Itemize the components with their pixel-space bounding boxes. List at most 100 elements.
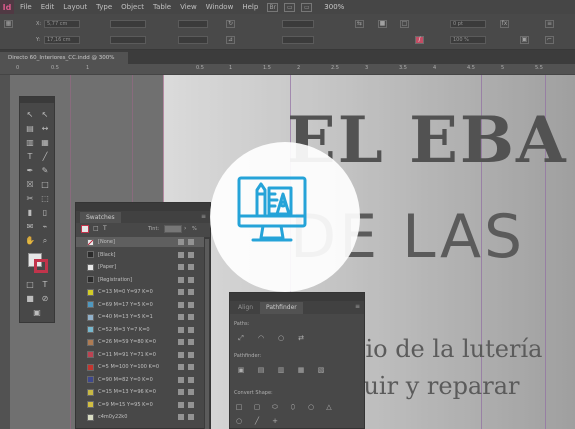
note-tool-icon[interactable]: ✉ (24, 221, 36, 233)
swatch-row[interactable]: C=13 M=0 Y=97 K=0 (76, 287, 204, 297)
tab-pathfinder[interactable]: Pathfinder (260, 302, 303, 314)
scale-x-field[interactable] (178, 20, 208, 28)
type-tool-icon[interactable]: T (24, 151, 36, 163)
swatch-row[interactable]: C=9 M=15 Y=95 K=0 (76, 400, 204, 410)
swatches-panel-header[interactable] (76, 203, 210, 211)
convert-polygon-icon[interactable]: △ (324, 403, 334, 412)
menu-table[interactable]: Table (153, 3, 171, 11)
reverse-path-icon[interactable]: ⇄ (296, 334, 306, 343)
text-frame-options-icon[interactable]: ≡ (545, 20, 554, 28)
line-tool-icon[interactable]: ╱ (39, 151, 51, 163)
tint-dropdown-icon[interactable]: › (184, 225, 186, 232)
swatches-tab[interactable]: Swatches (80, 212, 121, 223)
menu-help[interactable]: Help (242, 3, 258, 11)
convert-rounded-rectangle-icon[interactable]: ▢ (252, 403, 262, 412)
fill-swatch-icon[interactable]: ■ (378, 20, 387, 28)
panel-menu-icon[interactable]: ≡ (355, 303, 360, 310)
stroke-color-box[interactable] (34, 259, 48, 273)
eyedropper-tool-icon[interactable]: ⌁ (39, 221, 51, 233)
swatch-row[interactable]: [Registration] (76, 275, 204, 285)
hand-tool-icon[interactable]: ✋ (24, 235, 36, 247)
formatting-container-icon[interactable]: □ (24, 279, 36, 291)
direct-selection-tool-icon[interactable]: ↖ (39, 109, 51, 121)
add-shape-icon[interactable]: ▣ (236, 366, 246, 375)
corner-options-icon[interactable]: ⌐ (545, 36, 554, 44)
swatch-row[interactable]: [Paper] (76, 262, 204, 272)
swatches-scrollbar[interactable] (204, 237, 210, 429)
swatch-row[interactable]: C=5 M=100 Y=100 K=0 (76, 362, 204, 372)
body-text-line-1[interactable]: cio de la lutería (352, 335, 542, 363)
menu-window[interactable]: Window (206, 3, 234, 11)
convert-rectangle-icon[interactable]: □ (234, 403, 244, 412)
pen-tool-icon[interactable]: ✒ (24, 165, 36, 177)
pathfinder-panel-header[interactable] (230, 293, 364, 301)
swatch-row[interactable]: C=15 M=13 Y=96 K=0 (76, 387, 204, 397)
vertical-ruler[interactable] (0, 75, 10, 429)
swatch-row[interactable]: C=26 M=59 Y=80 K=0 (76, 337, 204, 347)
x-position-field[interactable]: 5,77 cm (44, 20, 80, 28)
fill-proxy-icon[interactable] (81, 225, 89, 233)
minus-back-icon[interactable]: ▧ (316, 366, 326, 375)
page-tool-icon[interactable]: ▤ (24, 123, 36, 135)
menu-object[interactable]: Object (121, 3, 144, 11)
zoom-tool-icon[interactable]: ⌕ (39, 235, 51, 247)
formatting-text-icon[interactable]: T (39, 279, 51, 291)
exclude-overlap-icon[interactable]: ▦ (296, 366, 306, 375)
width-field[interactable] (110, 20, 146, 28)
swatch-row[interactable]: C=69 M=17 Y=5 K=0 (76, 300, 204, 310)
apply-none-icon[interactable]: ⊘ (39, 293, 51, 305)
effects-icon[interactable]: fx (500, 20, 509, 28)
content-placer-icon[interactable]: ▦ (39, 137, 51, 149)
convert-ellipse-icon[interactable]: ○ (306, 403, 316, 412)
menu-layout[interactable]: Layout (63, 3, 87, 11)
close-path-icon[interactable]: ○ (276, 334, 286, 343)
swatch-row[interactable]: c4m0y22k0 (76, 412, 204, 422)
subtract-shape-icon[interactable]: ▤ (256, 366, 266, 375)
view-options-icon[interactable]: ▭ (284, 2, 296, 12)
convert-beveled-rectangle-icon[interactable]: ⬭ (270, 403, 280, 412)
join-path-icon[interactable]: ⤢ (236, 334, 246, 343)
zoom-level[interactable]: 300% (324, 3, 344, 11)
menu-view[interactable]: View (180, 3, 197, 11)
swatch-row[interactable]: [None] (76, 237, 204, 247)
opacity-field[interactable]: 100 % (450, 36, 486, 44)
wrap-icon[interactable]: ▣ (520, 36, 529, 44)
tint-field[interactable] (164, 225, 182, 233)
text-icon[interactable]: T (103, 225, 107, 232)
menu-edit[interactable]: Edit (41, 3, 55, 11)
flip-horizontal-icon[interactable]: ⇆ (355, 20, 364, 28)
intersect-shape-icon[interactable]: ▥ (276, 366, 286, 375)
body-text-line-2[interactable]: ruir y reparar (352, 372, 520, 400)
height-field[interactable] (110, 36, 146, 44)
swatch-row[interactable]: C=40 M=13 Y=5 K=1 (76, 312, 204, 322)
screen-mode-icon[interactable]: ▣ (31, 307, 43, 319)
stroke-swatch-icon[interactable]: □ (400, 20, 409, 28)
open-path-icon[interactable]: ◠ (256, 334, 266, 343)
scale-y-field[interactable] (178, 36, 208, 44)
document-tab[interactable]: Directo 60_Interiores_CC.indd @ 300% (0, 52, 128, 64)
swatch-row[interactable]: [Black] (76, 250, 204, 260)
content-collector-icon[interactable]: ▥ (24, 137, 36, 149)
menu-file[interactable]: File (20, 3, 32, 11)
container-icon[interactable]: □ (93, 225, 99, 232)
gap-tool-icon[interactable]: ↔ (39, 123, 51, 135)
shear-angle-field[interactable] (282, 36, 314, 44)
selection-tool-icon[interactable]: ↖ (24, 109, 36, 121)
scrollbar-thumb[interactable] (205, 239, 209, 429)
screen-mode-icon[interactable]: ▭ (301, 2, 313, 12)
tools-panel-header[interactable] (20, 97, 54, 103)
swatch-row[interactable]: C=11 M=91 Y=71 K=0 (76, 350, 204, 360)
rectangle-frame-tool-icon[interactable]: ☒ (24, 179, 36, 191)
stroke-weight-field[interactable]: 0 pt (450, 20, 486, 28)
reference-point-icon[interactable]: ▦ (4, 20, 13, 28)
menu-type[interactable]: Type (96, 3, 112, 11)
y-position-field[interactable]: 17,16 cm (44, 36, 80, 44)
rectangle-tool-icon[interactable]: □ (39, 179, 51, 191)
stroke-none-icon[interactable]: / (415, 36, 424, 44)
shear-icon[interactable]: ⊿ (226, 36, 235, 44)
gradient-swatch-tool-icon[interactable]: ▮ (24, 207, 36, 219)
bridge-button[interactable]: Br (267, 2, 279, 12)
convert-circle-icon[interactable]: ○ (234, 417, 244, 426)
rotation-angle-field[interactable] (282, 20, 314, 28)
panel-menu-icon[interactable]: ≡ (201, 213, 206, 220)
